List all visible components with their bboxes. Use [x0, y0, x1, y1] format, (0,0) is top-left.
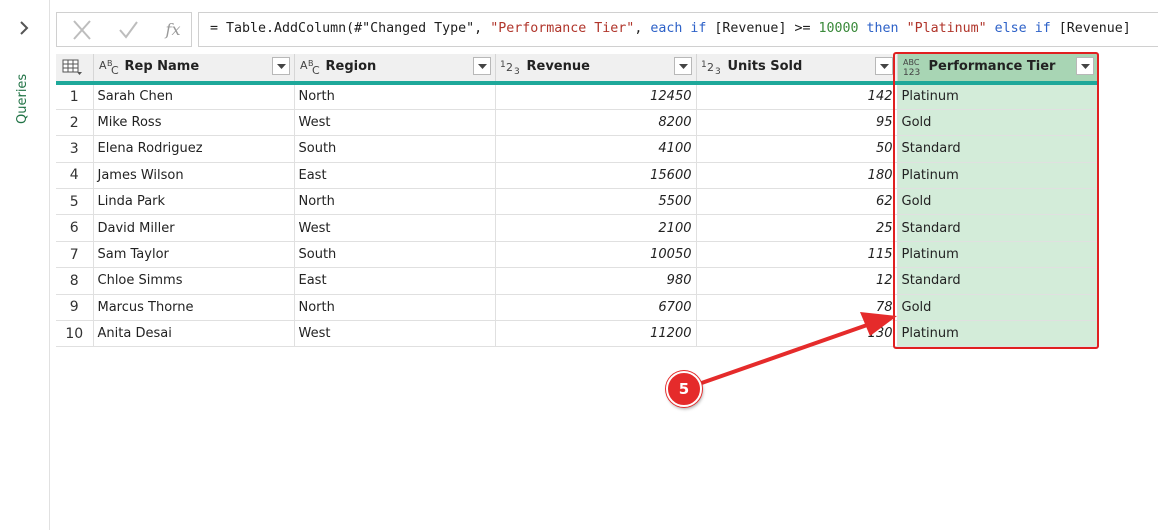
annotation-arrow — [691, 312, 897, 388]
step-number-badge: 5 — [666, 371, 702, 407]
